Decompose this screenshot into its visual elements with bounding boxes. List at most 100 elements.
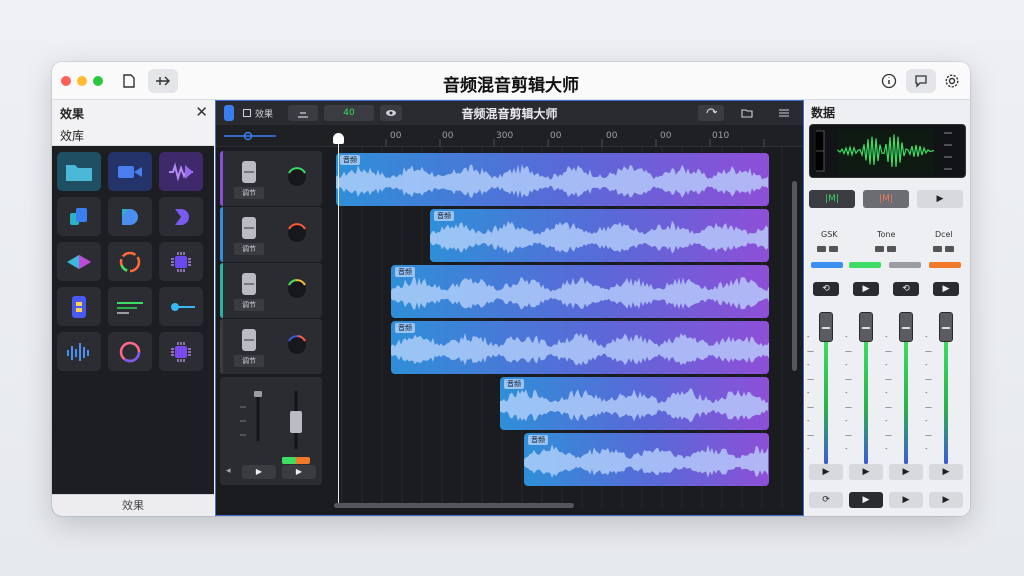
gear-icon[interactable] (940, 69, 964, 93)
play-button[interactable]: ▶ (917, 190, 963, 208)
audio-clip[interactable]: 音频 (500, 377, 769, 430)
ring-effect-tile[interactable] (108, 242, 152, 281)
channel-fader-4[interactable] (939, 312, 953, 464)
track-color-bar (220, 263, 223, 318)
channel-color-4 (929, 262, 961, 268)
channel-play-3[interactable]: ▶ (889, 464, 923, 480)
horizontal-scrollbar[interactable] (334, 503, 574, 508)
pan-knob[interactable] (284, 276, 310, 302)
track-volume-fader[interactable] (242, 273, 256, 295)
loop-button-3[interactable]: ⟲ (893, 282, 919, 296)
loop-icon[interactable] (698, 105, 724, 121)
info-icon[interactable] (878, 69, 900, 93)
channel-fader-1[interactable] (819, 312, 833, 464)
master-strip: ▶ ▶ ◂ (220, 377, 322, 485)
indicator-led (875, 246, 884, 252)
channel-play-5[interactable]: ▶ (889, 492, 923, 508)
param-label: Dcel (935, 230, 953, 239)
waveform-scope (809, 124, 966, 178)
app-window: 音频混音剪辑大师 效果 效库 ✕ 效果 效果 40 音频混音剪辑大师 00 00… (52, 62, 970, 516)
effects-panel-header: 效果 效库 ✕ (52, 100, 214, 146)
shape-effect-tile-2[interactable] (108, 197, 152, 236)
play-button-ch2[interactable]: ▶ (853, 282, 879, 296)
track-volume-fader[interactable] (242, 217, 256, 239)
track-header[interactable]: 调节 (220, 207, 322, 262)
shape-effect-tile-1[interactable] (57, 197, 101, 236)
audio-clip[interactable]: 音频 (524, 433, 769, 486)
track-label: 调节 (234, 243, 264, 255)
audio-clip[interactable]: 音频 (391, 321, 769, 374)
battery-effect-tile[interactable] (57, 287, 101, 326)
shape-effect-tile-3[interactable] (159, 197, 203, 236)
timeline-toolbar: 效果 40 音频混音剪辑大师 (216, 101, 803, 125)
param-label: Tone (877, 230, 896, 239)
mute-button-1[interactable]: |M| (809, 190, 855, 208)
pan-knob[interactable] (284, 164, 310, 190)
slider-effect-tile[interactable] (108, 287, 152, 326)
channel-color-2 (849, 262, 881, 268)
track-volume-fader[interactable] (242, 329, 256, 351)
pointer-effect-tile[interactable] (159, 287, 203, 326)
track-color-bar (220, 207, 223, 262)
audio-clip[interactable]: 音频 (430, 209, 769, 262)
fader-scale: - — - — - — - — - (807, 333, 814, 453)
channel-play-6[interactable]: ▶ (929, 492, 963, 508)
fader-scale: - — - — - — - — - (925, 333, 932, 453)
pan-knob[interactable] (284, 332, 310, 358)
chat-icon[interactable] (906, 69, 936, 93)
audio-clip[interactable]: 音频 (391, 265, 769, 318)
indicator-led (933, 246, 942, 252)
master-return-icon[interactable]: ◂ (226, 466, 231, 476)
effects-panel-title: 效果 (60, 107, 85, 121)
chip-effect-tile-2[interactable] (159, 332, 203, 371)
channel-play-2[interactable]: ▶ (849, 464, 883, 480)
bars-effect-tile[interactable] (57, 332, 101, 371)
chip-effect-tile[interactable] (159, 242, 203, 281)
inspector-panel: 数据 |M| |M| ▶ GSK Tone Dcel ⟲ ▶ ⟲ ▶ - — -… (805, 100, 970, 516)
channel-play-active-2[interactable]: ▶ (849, 492, 883, 508)
playhead-handle[interactable] (333, 133, 344, 144)
inspector-title: 数据 (811, 106, 836, 120)
channel-fader-2[interactable] (859, 312, 873, 464)
track-header[interactable]: 调节 (220, 263, 322, 318)
indicator-led (829, 246, 838, 252)
pan-knob[interactable] (284, 220, 310, 246)
track-header[interactable]: 调节 (220, 151, 322, 206)
folder-effect-tile[interactable] (57, 152, 101, 191)
effects-grid (57, 152, 203, 371)
indicator-led (945, 246, 954, 252)
effects-panel-footer[interactable]: 效果 (52, 494, 214, 516)
track-header[interactable]: 调节 (220, 319, 322, 374)
track-label: 调节 (234, 355, 264, 367)
loop-button-1[interactable]: ⟲ (813, 282, 839, 296)
channel-play-1[interactable]: ▶ (809, 464, 843, 480)
indicator-led (887, 246, 896, 252)
playhead[interactable] (338, 139, 339, 507)
master-play-button-2[interactable]: ▶ (282, 465, 316, 479)
time-ruler[interactable]: 00 00 300 00 00 00 010 (216, 125, 803, 147)
channel-fader-3[interactable] (899, 312, 913, 464)
channel-play-4[interactable]: ▶ (929, 464, 963, 480)
audio-clip[interactable]: 音频 (336, 153, 769, 206)
param-label: GSK (821, 230, 838, 239)
timeline-area: 效果 40 音频混音剪辑大师 00 00 300 00 00 00 010 调节… (215, 100, 804, 516)
menu-icon[interactable] (772, 105, 796, 121)
app-title: 音频混音剪辑大师 (443, 76, 579, 96)
wave-effect-tile[interactable] (159, 152, 203, 191)
lens-effect-tile[interactable] (57, 242, 101, 281)
effects-panel: 效果 效库 ✕ 效果 (52, 100, 214, 516)
fader-scale: - — - — - — - — - (845, 333, 852, 453)
master-play-button-1[interactable]: ▶ (242, 465, 276, 479)
play-button-ch4[interactable]: ▶ (933, 282, 959, 296)
circle-effect-tile[interactable] (108, 332, 152, 371)
fader-scale: - — - — - — - — - (885, 333, 892, 453)
mute-button-2[interactable]: |M| (863, 190, 909, 208)
track-label: 调节 (234, 299, 264, 311)
vertical-scrollbar[interactable] (792, 181, 797, 371)
channel-record-1[interactable]: ⟳ (809, 492, 843, 508)
track-volume-fader[interactable] (242, 161, 256, 183)
folder-icon[interactable] (736, 105, 758, 121)
track-color-bar (220, 319, 223, 374)
video-effect-tile[interactable] (108, 152, 152, 191)
close-icon[interactable]: ✕ (195, 103, 208, 121)
